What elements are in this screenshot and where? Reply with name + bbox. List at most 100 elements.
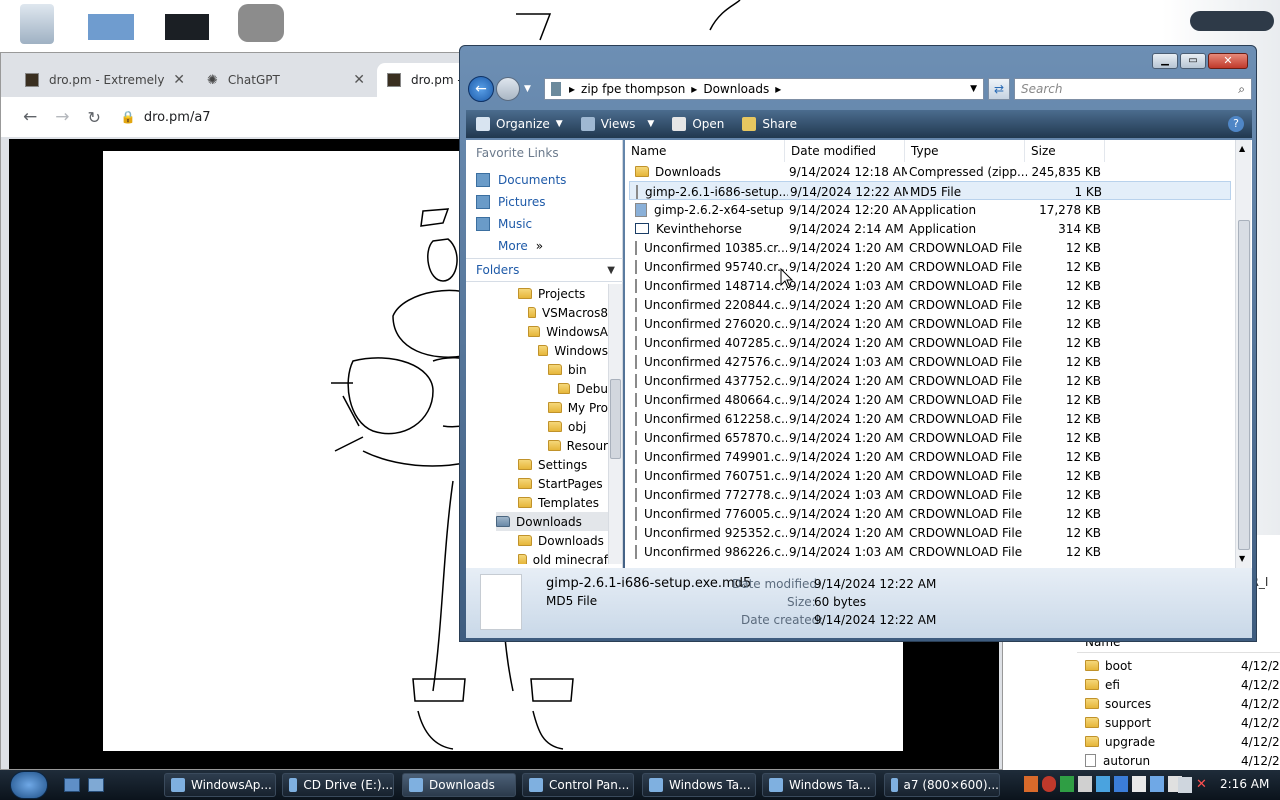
gadget-controls[interactable] [1190, 11, 1274, 31]
column-header-date[interactable]: Date modified [785, 140, 905, 162]
list-item[interactable]: autorun4/12/20 [1085, 751, 1280, 770]
open-button[interactable]: Open [672, 117, 724, 131]
tray-icon[interactable] [1114, 776, 1128, 792]
tree-item[interactable]: Resour [548, 436, 608, 455]
list-item[interactable]: upgrade4/12/20 [1085, 732, 1280, 751]
taskbar-button[interactable]: CD Drive (E:)... [282, 773, 394, 797]
column-header-type[interactable]: Type [905, 140, 1025, 162]
address-bar[interactable]: ▸ zip fpe thompson ▸ Downloads ▸ ▼ [544, 78, 984, 100]
tree-item[interactable]: Templates [518, 493, 608, 512]
gimp-desktop-icon[interactable] [238, 4, 284, 42]
help-icon[interactable]: ? [1228, 116, 1244, 132]
table-row[interactable]: Downloads 9/14/2024 12:18 AM Compressed (z… [629, 162, 1231, 181]
scroll-down-icon[interactable]: ▼ [1239, 554, 1245, 563]
table-row[interactable]: Unconfirmed 925352.c... 9/14/2024 1:20 AM… [629, 523, 1231, 542]
volume-muted-icon[interactable]: ✕ [1196, 777, 1210, 793]
tab-chatgpt[interactable]: ✺ ChatGPT ✕ [197, 63, 375, 97]
search-icon[interactable]: ⌕ [1238, 82, 1245, 97]
tree-item[interactable]: Debu [558, 379, 608, 398]
table-row[interactable]: Unconfirmed 612258.c... 9/14/2024 1:20 AM… [629, 409, 1231, 428]
table-row[interactable]: Unconfirmed 437752.c... 9/14/2024 1:20 AM… [629, 371, 1231, 390]
table-row[interactable]: Unconfirmed 776005.c... 9/14/2024 1:20 AM… [629, 504, 1231, 523]
table-row[interactable]: Unconfirmed 10385.cr... 9/14/2024 1:20 AM… [629, 238, 1231, 257]
table-row[interactable]: Unconfirmed 95740.cr... 9/14/2024 1:20 AM… [629, 257, 1231, 276]
tray-icon[interactable] [1060, 776, 1074, 792]
column-header-name[interactable]: Name [625, 140, 785, 162]
tree-item[interactable]: My Pro [548, 398, 608, 417]
table-row[interactable]: gimp-2.6.1-i686-setup.... 9/14/2024 12:22… [629, 181, 1231, 200]
table-row[interactable]: Unconfirmed 760751.c... 9/14/2024 1:20 AM… [629, 466, 1231, 485]
recent-pages-dropdown-icon[interactable]: ▼ [524, 84, 531, 94]
switch-windows-icon[interactable] [88, 778, 104, 792]
tray-icon[interactable] [1078, 776, 1092, 792]
tree-item[interactable]: old minecraf [518, 550, 608, 564]
tree-item[interactable]: bin [548, 360, 608, 379]
tray-icon[interactable] [1042, 776, 1056, 792]
network-icon[interactable] [1178, 777, 1192, 793]
favorite-link-pictures[interactable]: Pictures [476, 192, 546, 212]
tree-scrollbar[interactable] [608, 284, 622, 564]
tree-item[interactable]: Downloads [496, 512, 608, 531]
list-item[interactable]: efi4/12/20 [1085, 675, 1280, 694]
breadcrumb-separator-icon[interactable]: ▸ [691, 82, 697, 96]
taskbar-button[interactable]: Downloads [402, 773, 516, 797]
taskbar-button[interactable]: WindowsAp... [164, 773, 276, 797]
table-row[interactable]: Kevinthehorse 9/14/2024 2:14 AM Applicatio… [629, 219, 1231, 238]
tree-item[interactable]: WindowsA [528, 322, 608, 341]
list-scrollbar[interactable]: ▲ ▼ [1235, 140, 1251, 568]
taskbar-button[interactable]: Windows Ta... [642, 773, 756, 797]
tree-item[interactable]: Settings [518, 455, 608, 474]
taskbar-button[interactable]: Control Pan... [522, 773, 634, 797]
tree-item[interactable]: StartPages [518, 474, 608, 493]
chevron-down-icon[interactable]: ▼ [607, 265, 615, 276]
desktop-shortcut-icon[interactable] [88, 14, 134, 40]
maximize-button[interactable]: ▭ [1180, 53, 1206, 69]
reload-icon[interactable]: ↻ [88, 108, 101, 127]
scroll-thumb[interactable] [610, 379, 621, 459]
back-button[interactable]: ← [468, 76, 494, 102]
scroll-thumb[interactable] [1238, 220, 1250, 550]
taskbar-button[interactable]: a7 (800×600)... [884, 773, 1000, 797]
column-header-size[interactable]: Size [1025, 140, 1105, 162]
breadcrumb-separator-icon[interactable]: ▸ [569, 82, 575, 96]
folders-header[interactable]: Folders ▼ [466, 258, 623, 282]
table-row[interactable]: Unconfirmed 657870.c... 9/14/2024 1:20 AM… [629, 428, 1231, 447]
table-row[interactable]: Unconfirmed 986226.c... 9/14/2024 1:03 AM… [629, 542, 1231, 561]
list-item[interactable]: sources4/12/20 [1085, 694, 1280, 713]
tree-item[interactable]: Projects [518, 284, 608, 303]
tray-icon[interactable] [1096, 776, 1110, 792]
breadcrumb-separator-icon[interactable]: ▸ [775, 82, 781, 96]
table-row[interactable]: Unconfirmed 148714.c... 9/14/2024 1:03 AM… [629, 276, 1231, 295]
breadcrumb-item[interactable]: Downloads [703, 82, 769, 96]
back-arrow-icon[interactable]: ← [23, 107, 37, 127]
table-row[interactable]: Unconfirmed 276020.c... 9/14/2024 1:20 AM… [629, 314, 1231, 333]
lock-icon[interactable]: 🔒 [121, 110, 136, 124]
list-item[interactable]: support4/12/20 [1085, 713, 1280, 732]
table-row[interactable]: Unconfirmed 427576.c... 9/14/2024 1:03 AM… [629, 352, 1231, 371]
taskbar-button[interactable]: Windows Ta... [762, 773, 876, 797]
minimize-button[interactable]: ▁ [1152, 53, 1178, 69]
search-input[interactable]: Search ⌕ [1014, 78, 1252, 100]
breadcrumb-item[interactable]: zip fpe thompson [581, 82, 685, 96]
show-desktop-icon[interactable] [64, 778, 80, 792]
close-button[interactable]: ✕ [1208, 53, 1248, 69]
table-row[interactable]: Unconfirmed 407285.c... 9/14/2024 1:20 AM… [629, 333, 1231, 352]
tab-dro-pm-1[interactable]: dro.pm - Extremely ✕ [15, 63, 195, 97]
table-row[interactable]: Unconfirmed 749901.c... 9/14/2024 1:20 AM… [629, 447, 1231, 466]
favorite-link-documents[interactable]: Documents [476, 170, 566, 190]
tree-item[interactable]: Downloads [518, 531, 608, 550]
tray-icon[interactable] [1024, 776, 1038, 792]
table-row[interactable]: Unconfirmed 480664.c... 9/14/2024 1:20 AM… [629, 390, 1231, 409]
clock[interactable]: 2:16 AM [1220, 777, 1269, 791]
tray-icon[interactable] [1132, 776, 1146, 792]
desktop-console-icon[interactable] [165, 14, 209, 40]
start-button[interactable] [10, 771, 48, 799]
tab-close-icon[interactable]: ✕ [173, 72, 185, 88]
tab-close-icon[interactable]: ✕ [353, 72, 365, 88]
forward-arrow-icon[interactable]: → [55, 107, 69, 127]
tree-item[interactable]: Windows [538, 341, 608, 360]
tree-item[interactable]: obj [548, 417, 608, 436]
scroll-up-icon[interactable]: ▲ [1239, 144, 1245, 153]
list-item[interactable]: boot4/12/20 [1085, 656, 1280, 675]
recycle-bin-icon[interactable] [20, 4, 54, 44]
